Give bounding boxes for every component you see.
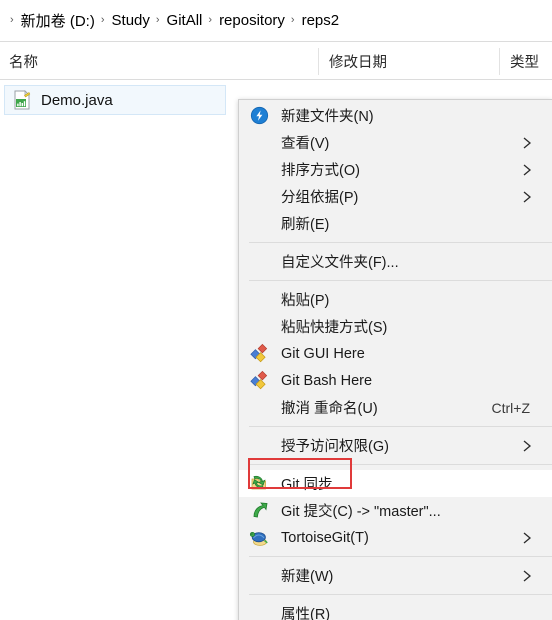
list-item[interactable]: Demo.java xyxy=(4,85,226,115)
breadcrumb-item-repository[interactable]: repository xyxy=(219,12,285,29)
file-explorer-window: › 新加卷 (D:) › Study › GitAll › repository… xyxy=(0,0,552,620)
breadcrumb-item-gitall[interactable]: GitAll xyxy=(167,12,203,29)
menu-separator xyxy=(249,464,552,465)
menu-item-shortcut: Ctrl+Z xyxy=(491,399,531,416)
menu-item-undo-rename[interactable]: 撤消 重命名(U) Ctrl+Z xyxy=(239,394,552,421)
menu-icon-placeholder xyxy=(249,316,270,337)
menu-item-group-by[interactable]: 分组依据(P) xyxy=(239,183,552,210)
breadcrumb-item-drive[interactable]: 新加卷 (D:) xyxy=(21,10,95,31)
menu-item-label: 分组依据(P) xyxy=(281,190,359,206)
menu-item-label: TortoiseGit(T) xyxy=(281,529,369,546)
menu-item-label: Git Bash Here xyxy=(281,372,373,389)
breadcrumb-item-study[interactable]: Study xyxy=(112,12,150,29)
menu-item-label: 粘贴(P) xyxy=(281,293,330,309)
menu-icon-placeholder xyxy=(249,159,270,180)
column-header-date-modified[interactable]: 修改日期 xyxy=(319,42,387,80)
breadcrumb[interactable]: › 新加卷 (D:) › Study › GitAll › repository… xyxy=(0,0,552,41)
menu-icon-placeholder xyxy=(249,213,270,234)
file-name-label: Demo.java xyxy=(41,91,113,109)
breadcrumb-separator-icon: › xyxy=(208,14,213,26)
menu-icon-placeholder xyxy=(249,132,270,153)
menu-item-label: 属性(R) xyxy=(281,607,331,620)
menu-item-git-gui-here[interactable]: Git GUI Here xyxy=(239,340,552,367)
menu-item-label: 授予访问权限(G) xyxy=(281,439,389,455)
menu-item-label: Git GUI Here xyxy=(281,345,365,362)
menu-item-label: 排序方式(O) xyxy=(281,163,360,179)
menu-icon-placeholder xyxy=(249,186,270,207)
menu-item-label: 新建文件夹(N) xyxy=(281,109,374,125)
menu-icon-placeholder xyxy=(249,251,270,272)
menu-item-customize-folder[interactable]: 自定义文件夹(F)... xyxy=(239,248,552,275)
chevron-right-icon xyxy=(522,163,532,177)
menu-item-properties[interactable]: 属性(R) xyxy=(239,600,552,620)
column-header-row: 名称 修改日期 类型 xyxy=(0,42,552,80)
tortoise-icon xyxy=(249,527,270,548)
chevron-right-icon xyxy=(522,569,532,583)
menu-item-sort-by[interactable]: 排序方式(O) xyxy=(239,156,552,183)
menu-item-git-sync[interactable]: Git 同步... xyxy=(239,470,552,497)
context-menu[interactable]: 新建文件夹(N) 查看(V) 排序方式(O) 分组依据(P) 刷新(E) 自定义… xyxy=(238,99,552,620)
chevron-right-icon xyxy=(522,190,532,204)
menu-item-label: 撤消 重命名(U) xyxy=(281,401,378,417)
menu-item-view[interactable]: 查看(V) xyxy=(239,129,552,156)
breadcrumb-separator-icon: › xyxy=(290,14,295,26)
git-commit-arrow-icon xyxy=(249,500,270,521)
breadcrumb-item-reps2[interactable]: reps2 xyxy=(302,12,340,29)
menu-separator xyxy=(249,556,552,557)
java-file-icon xyxy=(12,90,32,110)
menu-item-label: 查看(V) xyxy=(281,136,330,152)
menu-item-label: 刷新(E) xyxy=(281,217,330,233)
menu-separator xyxy=(249,280,552,281)
new-folder-lightning-icon xyxy=(249,105,270,126)
menu-item-git-commit[interactable]: Git 提交(C) -> "master"... xyxy=(239,497,552,524)
chevron-right-icon xyxy=(522,136,532,150)
menu-item-label: Git 同步... xyxy=(281,477,345,493)
menu-separator xyxy=(249,242,552,243)
menu-item-paste[interactable]: 粘贴(P) xyxy=(239,286,552,313)
git-diamonds-icon xyxy=(249,370,270,391)
menu-item-label: 自定义文件夹(F)... xyxy=(281,255,399,271)
menu-icon-placeholder xyxy=(249,565,270,586)
git-diamonds-icon xyxy=(249,343,270,364)
menu-item-git-bash-here[interactable]: Git Bash Here xyxy=(239,367,552,394)
menu-item-grant-access[interactable]: 授予访问权限(G) xyxy=(239,432,552,459)
column-header-name[interactable]: 名称 xyxy=(4,42,38,80)
breadcrumb-separator-icon: › xyxy=(155,14,160,26)
menu-item-tortoisegit[interactable]: TortoiseGit(T) xyxy=(239,524,552,551)
menu-item-label: 新建(W) xyxy=(281,569,334,585)
menu-separator xyxy=(249,426,552,427)
menu-icon-placeholder xyxy=(249,289,270,310)
chevron-right-icon xyxy=(522,439,532,453)
menu-item-paste-shortcut[interactable]: 粘贴快捷方式(S) xyxy=(239,313,552,340)
menu-item-label: 粘贴快捷方式(S) xyxy=(281,320,388,336)
menu-separator xyxy=(249,594,552,595)
breadcrumb-separator-icon: › xyxy=(100,14,105,26)
menu-icon-placeholder xyxy=(249,435,270,456)
git-sync-icon xyxy=(249,473,270,494)
menu-icon-placeholder xyxy=(249,397,270,418)
chevron-right-icon xyxy=(522,531,532,545)
column-header-type[interactable]: 类型 xyxy=(500,42,539,80)
menu-item-label: Git 提交(C) -> "master"... xyxy=(281,504,441,520)
menu-item-new[interactable]: 新建(W) xyxy=(239,562,552,589)
menu-item-new-folder[interactable]: 新建文件夹(N) xyxy=(239,102,552,129)
menu-item-refresh[interactable]: 刷新(E) xyxy=(239,210,552,237)
menu-icon-placeholder xyxy=(249,603,270,620)
breadcrumb-separator-icon: › xyxy=(10,14,14,26)
